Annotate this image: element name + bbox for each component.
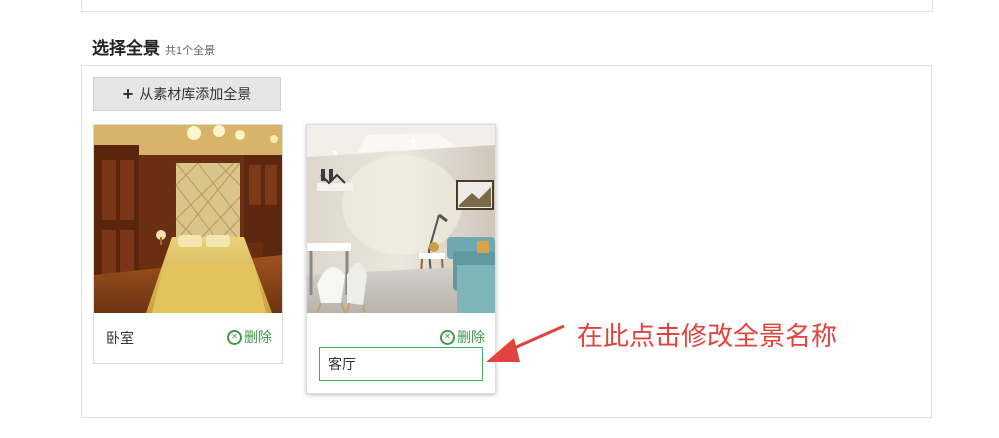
panorama-name-label[interactable]: 卧室 <box>106 328 134 348</box>
panorama-thumbnail[interactable] <box>307 125 495 313</box>
delete-button[interactable]: ✕ 删除 <box>440 327 485 347</box>
delete-label: 删除 <box>244 329 272 345</box>
delete-circle-icon: ✕ <box>227 329 242 345</box>
living-room-image <box>307 125 495 313</box>
panorama-thumbnail[interactable] <box>94 125 282 313</box>
section-header: 选择全景 共1个全景 <box>92 34 216 58</box>
plus-icon: + <box>122 84 134 104</box>
annotation-text: 在此点击修改全景名称 <box>577 322 838 352</box>
delete-label: 删除 <box>457 329 485 345</box>
bedroom-image <box>94 125 282 313</box>
panorama-name-input[interactable] <box>319 347 483 381</box>
delete-button[interactable]: ✕ 删除 <box>227 327 272 347</box>
section-title: 选择全景 <box>92 39 160 58</box>
add-from-library-button[interactable]: + 从素材库添加全景 <box>93 77 281 111</box>
add-from-library-label: 从素材库添加全景 <box>139 86 252 102</box>
previous-section-panel <box>81 0 933 12</box>
panorama-card: 卧室 ✕ 删除 <box>93 124 283 364</box>
panorama-count: 共1个全景 <box>165 45 216 57</box>
delete-circle-icon: ✕ <box>440 329 455 345</box>
panorama-card-editing: ✕ 删除 <box>306 124 496 394</box>
